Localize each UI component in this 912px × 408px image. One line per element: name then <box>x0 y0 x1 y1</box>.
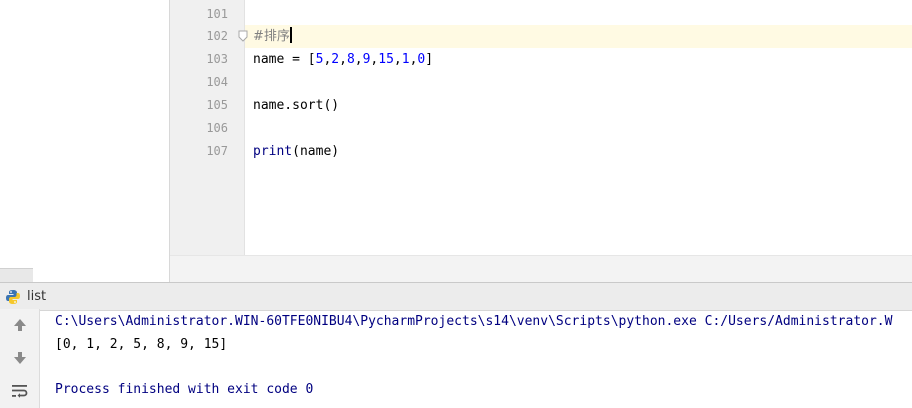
run-panel-header: list <box>0 282 912 311</box>
number-literal: 9 <box>362 52 371 67</box>
line-number: 103 <box>206 52 228 66</box>
arrow-up-icon[interactable] <box>10 315 30 335</box>
code-line-103[interactable]: name = [5,2,8,9,15,1,0] <box>253 48 433 71</box>
code-line-107[interactable]: print(name) <box>253 140 339 163</box>
code-token: ] <box>425 52 434 67</box>
number-literal: 5 <box>315 52 324 67</box>
code-line-102[interactable]: #排序 <box>253 25 292 48</box>
editor-horizontal-scrollbar[interactable] <box>170 255 912 283</box>
run-toolbar <box>0 309 40 408</box>
soft-wrap-icon[interactable] <box>10 381 30 401</box>
text-caret <box>289 27 292 43</box>
console-command-line: C:\Users\Administrator.WIN-60TFE0NIBU4\P… <box>55 314 893 329</box>
code-line-105[interactable]: name.sort() <box>253 94 339 117</box>
line-number: 102 <box>206 29 228 43</box>
number-literal: 8 <box>346 52 355 67</box>
line-number: 104 <box>206 75 228 89</box>
number-literal: 15 <box>378 52 394 67</box>
line-number: 105 <box>206 98 228 112</box>
console-output-line: [0, 1, 2, 5, 8, 9, 15] <box>55 337 228 352</box>
arrow-down-icon[interactable] <box>10 348 30 368</box>
comment-text: #排序 <box>253 29 290 44</box>
line-number: 106 <box>206 121 228 135</box>
line-number: 101 <box>206 7 228 21</box>
code-token: (name) <box>292 144 340 159</box>
number-literal: 2 <box>331 52 340 67</box>
fold-marker-icon[interactable] <box>238 30 248 42</box>
run-tab-label[interactable]: list <box>27 283 46 310</box>
project-panel-tab[interactable] <box>0 268 33 283</box>
builtin-function: print <box>253 144 293 159</box>
number-literal: 1 <box>401 52 410 67</box>
code-token: name = [ <box>253 52 316 67</box>
line-number: 107 <box>206 144 228 158</box>
python-icon <box>6 290 20 304</box>
project-panel <box>0 0 170 282</box>
current-line-highlight <box>245 25 912 48</box>
console-exit-message: Process finished with exit code 0 <box>55 382 314 397</box>
